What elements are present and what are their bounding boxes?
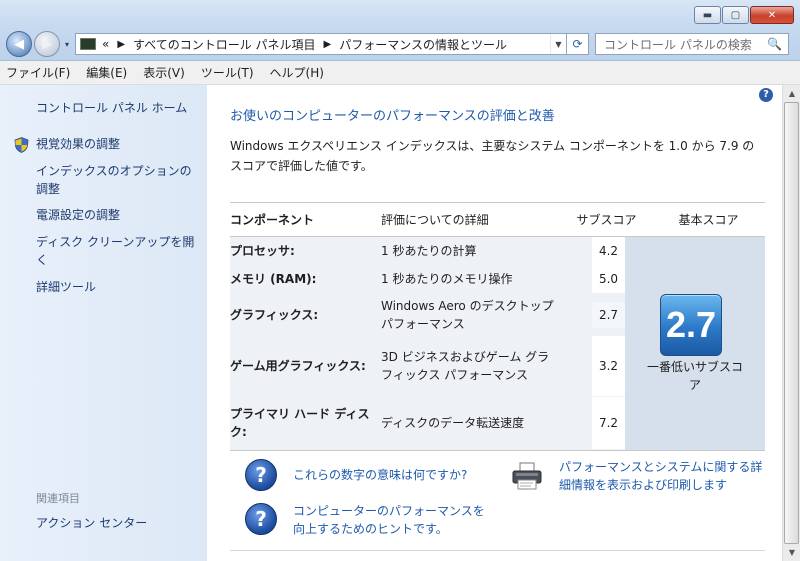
print-details-link[interactable]: パフォーマンスとシステムに関する詳細情報を表示および印刷します — [559, 458, 771, 494]
menu-bar: ファイル(F) 編集(E) 表示(V) ツール(T) ヘルプ(H) — [0, 61, 800, 85]
help-link-tips[interactable]: コンピューターのパフォーマンスを向上するためのヒントです。 — [293, 502, 493, 538]
search-icon[interactable]: 🔍 — [767, 37, 782, 51]
header-component: コンポーネント — [230, 213, 315, 227]
table-row: プライマリ ハード ディスク: ディスクのデータ転送速度 7.2 — [230, 397, 625, 449]
breadcrumb-arrow-icon[interactable]: ▶ — [324, 39, 332, 50]
recent-pages-dropdown[interactable]: ▾ — [62, 40, 72, 49]
row-component: プロセッサ: — [230, 244, 295, 258]
table-body: プロセッサ: 1 秒あたりの計算 4.2 メモリ (RAM): 1 秒あたりのメ… — [230, 236, 765, 451]
row-subscore: 2.7 — [592, 302, 625, 328]
search-input[interactable]: コントロール パネルの検索 🔍 — [595, 33, 789, 55]
sidebar-link-disk-cleanup[interactable]: ディスク クリーンアップを開く — [36, 233, 201, 269]
breadcrumb-arrow-icon: ▶ — [117, 38, 126, 50]
row-subscore: 5.0 — [592, 265, 625, 293]
page-description: Windows エクスペリエンス インデックスは、主要なシステム コンポーネント… — [230, 139, 755, 173]
shield-icon — [14, 137, 29, 153]
row-detail: Windows Aero のデスクトップ パフォーマンス — [381, 299, 554, 331]
menu-edit[interactable]: 編集(E) — [86, 64, 127, 81]
base-score-label: 一番低いサブスコア — [646, 360, 743, 392]
table-header: コンポーネント 評価についての詳細 サブスコア 基本スコア — [230, 202, 765, 236]
sidebar-home-link[interactable]: コントロール パネル ホーム — [36, 99, 187, 116]
control-panel-icon — [80, 38, 96, 50]
table-row: ゲーム用グラフィックス: 3D ビジネスおよびゲーム グラフィックス パフォーマ… — [230, 336, 625, 396]
row-detail: 1 秒あたりのメモリ操作 — [381, 272, 513, 286]
row-detail: ディスクのデータ転送速度 — [381, 416, 525, 430]
sidebar-link-advanced-tools[interactable]: 詳細ツール — [36, 278, 201, 296]
row-subscore: 4.2 — [592, 237, 625, 265]
row-component: グラフィックス: — [230, 308, 319, 322]
row-detail: 1 秒あたりの計算 — [381, 244, 477, 258]
score-table: コンポーネント 評価についての詳細 サブスコア 基本スコア プロセッサ: 1 秒… — [230, 202, 765, 451]
scroll-thumb[interactable] — [784, 102, 799, 544]
window-controls: ▬ ▢ ✕ — [693, 6, 794, 24]
address-bar[interactable]: « ▶ すべてのコントロール パネル項目 ▶ パフォーマンスの情報とツール ▼ — [75, 33, 567, 55]
related-heading: 関連項目 — [36, 492, 80, 505]
help-question-icon[interactable]: ? — [245, 503, 277, 535]
breadcrumb-overflow-chevron[interactable]: « — [102, 37, 109, 51]
base-score-badge: 2.7 — [660, 294, 722, 356]
page-title: お使いのコンピューターのパフォーマンスの評価と改善 — [230, 109, 555, 124]
sidebar-link-visual-effects[interactable]: 視覚効果の調整 — [36, 135, 201, 153]
sidebar-link-indexing-options[interactable]: インデックスのオプションの調整 — [36, 162, 201, 198]
breadcrumb-item[interactable]: すべてのコントロール パネル項目 — [133, 36, 316, 53]
scroll-up-icon[interactable]: ▲ — [783, 85, 800, 102]
refresh-icon[interactable]: ⟳ — [567, 33, 589, 55]
search-placeholder: コントロール パネルの検索 — [604, 37, 752, 52]
header-subscore: サブスコア — [576, 213, 637, 227]
forward-button[interactable]: ▶ — [34, 31, 60, 57]
minimize-button[interactable]: ▬ — [694, 6, 721, 24]
back-button[interactable]: ◀ — [6, 31, 32, 57]
menu-file[interactable]: ファイル(F) — [6, 64, 70, 81]
sidebar-link-power-settings[interactable]: 電源設定の調整 — [36, 206, 201, 224]
printer-icon — [512, 462, 542, 490]
sidebar: コントロール パネル ホーム 視覚効果の調整 インデックスのオプションの調整 電… — [0, 85, 207, 561]
menu-help[interactable]: ヘルプ(H) — [270, 64, 324, 81]
row-subscore: 3.2 — [592, 336, 625, 396]
header-detail: 評価についての詳細 — [381, 213, 489, 227]
address-dropdown-icon[interactable]: ▼ — [550, 34, 566, 54]
menu-tools[interactable]: ツール(T) — [201, 64, 254, 81]
sidebar-link-action-center[interactable]: アクション センター — [36, 514, 201, 532]
divider — [230, 550, 765, 551]
menu-view[interactable]: 表示(V) — [143, 64, 185, 81]
help-question-icon[interactable]: ? — [245, 459, 277, 491]
base-score-panel: 2.7 一番低いサブスコア — [625, 237, 765, 450]
maximize-button[interactable]: ▢ — [722, 6, 749, 24]
row-component: メモリ (RAM): — [230, 272, 317, 286]
close-button[interactable]: ✕ — [750, 6, 794, 24]
header-base-score: 基本スコア — [678, 213, 739, 227]
table-row: プロセッサ: 1 秒あたりの計算 4.2 — [230, 237, 625, 265]
row-component: ゲーム用グラフィックス: — [230, 359, 366, 373]
breadcrumb-item[interactable]: パフォーマンスの情報とツール — [339, 36, 507, 53]
navigation-bar: ◀ ▶ ▾ « ▶ すべてのコントロール パネル項目 ▶ パフォーマンスの情報と… — [6, 31, 796, 57]
row-detail: 3D ビジネスおよびゲーム グラフィックス パフォーマンス — [381, 350, 550, 382]
table-row: グラフィックス: Windows Aero のデスクトップ パフォーマンス 2.… — [230, 295, 625, 335]
table-row: メモリ (RAM): 1 秒あたりのメモリ操作 5.0 — [230, 265, 625, 293]
vertical-scrollbar[interactable]: ▲ ▼ — [782, 85, 800, 561]
main-content: ? お使いのコンピューターのパフォーマンスの評価と改善 Windows エクスペ… — [207, 85, 782, 561]
row-component: プライマリ ハード ディスク: — [230, 407, 370, 439]
scroll-down-icon[interactable]: ▼ — [783, 544, 800, 561]
row-subscore: 7.2 — [592, 397, 625, 449]
window-titlebar: ▬ ▢ ✕ ◀ ▶ ▾ « ▶ すべてのコントロール パネル項目 ▶ パフォーマ… — [0, 0, 800, 61]
help-icon[interactable]: ? — [759, 88, 773, 102]
help-link-meaning[interactable]: これらの数字の意味は何ですか? — [293, 466, 493, 484]
